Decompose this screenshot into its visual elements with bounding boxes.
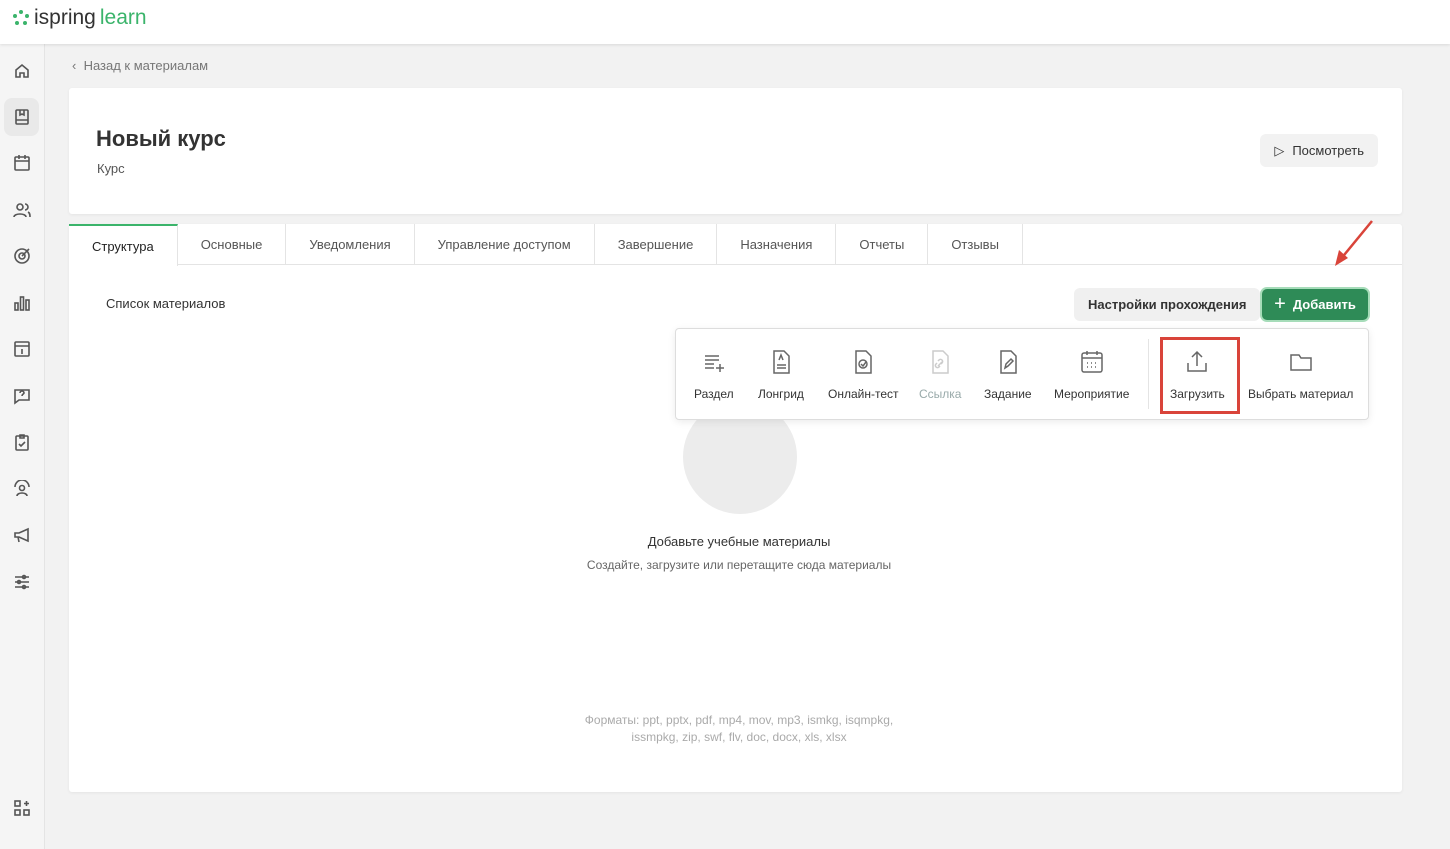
clipboard-icon <box>14 434 29 451</box>
annotation-arrow-icon <box>1335 220 1373 266</box>
assignment-icon <box>1000 350 1017 374</box>
tab-general[interactable]: Основные <box>178 224 287 265</box>
folder-icon <box>1289 354 1312 371</box>
sidebar-settings[interactable] <box>4 563 39 601</box>
link-icon <box>932 350 949 374</box>
formats-line-1: Форматы: ppt, pptx, pdf, mp4, mov, mp3, … <box>584 713 894 727</box>
users-icon <box>12 203 31 218</box>
sidebar-tasks[interactable] <box>4 423 39 461</box>
menu-item-label: Ссылка <box>919 387 962 401</box>
back-link[interactable]: ‹ Назад к материалам <box>72 58 208 73</box>
tab-reports[interactable]: Отчеты <box>836 224 929 265</box>
menu-item-section[interactable]: Раздел <box>694 329 734 419</box>
formats-line-2: issmpkg, zip, swf, flv, doc, docx, xls, … <box>631 730 847 744</box>
sidebar-home[interactable] <box>4 52 39 90</box>
menu-item-link: Ссылка <box>919 329 961 419</box>
play-icon: ▷ <box>1274 142 1285 158</box>
event-icon <box>1080 351 1103 373</box>
menu-item-label: Лонгрид <box>758 387 804 401</box>
add-dropdown-menu: Раздел Лонгрид Онлайн-тест Ссылка Задани… <box>675 328 1369 420</box>
menu-item-label: Задание <box>984 387 1032 401</box>
add-button[interactable]: + Добавить <box>1260 287 1370 322</box>
megaphone-icon <box>13 527 29 543</box>
materials-list-label: Список материалов <box>106 296 226 311</box>
top-header: ispring learn <box>0 0 1450 44</box>
sidebar-reports[interactable] <box>4 284 39 322</box>
add-button-label: Добавить <box>1292 297 1356 312</box>
sidebar <box>0 44 45 849</box>
completion-settings-button[interactable]: Настройки прохождения <box>1074 288 1261 321</box>
sidebar-news[interactable] <box>4 516 39 554</box>
tab-bar: Структура Основные Уведомления Управлени… <box>69 224 1402 266</box>
page-title: Новый курс <box>96 126 226 151</box>
sidebar-apps[interactable] <box>4 789 39 827</box>
sidebar-users[interactable] <box>4 191 39 229</box>
sliders-icon <box>14 574 29 590</box>
sidebar-questions[interactable] <box>4 377 39 415</box>
calendar-icon <box>13 155 30 171</box>
sidebar-calendar[interactable] <box>4 144 39 182</box>
tab-structure[interactable]: Структура <box>69 224 178 266</box>
chart-icon <box>13 296 30 311</box>
target-icon <box>13 248 30 264</box>
menu-item-event[interactable]: Мероприятие <box>1054 329 1129 419</box>
menu-item-longread[interactable]: Лонгрид <box>758 329 804 419</box>
info-icon <box>13 341 30 357</box>
formats-text: Форматы: ppt, pptx, pdf, mp4, mov, mp3, … <box>69 712 1409 746</box>
logo-icon <box>13 10 29 25</box>
section-icon <box>704 355 724 372</box>
sidebar-info[interactable] <box>4 330 39 368</box>
tab-reviews[interactable]: Отзывы <box>928 224 1023 265</box>
course-type: Курс <box>97 161 125 176</box>
view-button-label: Посмотреть <box>1292 143 1364 158</box>
course-header-card: Новый курс Курс ▷ Посмотреть <box>69 88 1402 214</box>
back-link-label: Назад к материалам <box>83 58 209 73</box>
structure-card: Структура Основные Уведомления Управлени… <box>69 224 1402 792</box>
logo-text: ispring <box>34 6 96 29</box>
sidebar-coaching[interactable] <box>4 470 39 508</box>
tab-assignments[interactable]: Назначения <box>717 224 837 265</box>
tab-access[interactable]: Управление доступом <box>415 224 595 265</box>
menu-item-label: Раздел <box>694 387 734 401</box>
logo[interactable]: ispring learn <box>12 6 147 30</box>
longread-icon <box>773 350 790 374</box>
person-radar-icon <box>13 480 30 497</box>
menu-item-label: Онлайн-тест <box>828 387 899 401</box>
menu-divider <box>1148 339 1149 409</box>
empty-subtitle: Создайте, загрузите или перетащите сюда … <box>586 558 892 572</box>
highlight-box <box>1160 337 1240 414</box>
quiz-icon <box>855 350 872 374</box>
empty-title: Добавьте учебные материалы <box>647 534 831 549</box>
tab-notifications[interactable]: Уведомления <box>286 224 415 265</box>
book-icon <box>14 109 29 125</box>
tab-completion[interactable]: Завершение <box>595 224 718 265</box>
sidebar-materials[interactable] <box>4 98 39 136</box>
plus-icon: + <box>1274 293 1286 315</box>
logo-text-learn: learn <box>99 6 147 29</box>
home-icon <box>14 63 29 78</box>
menu-item-label: Выбрать материал <box>1248 387 1354 401</box>
question-icon <box>13 389 30 405</box>
view-button[interactable]: ▷ Посмотреть <box>1260 134 1378 167</box>
menu-item-label: Мероприятие <box>1054 387 1130 401</box>
menu-item-assignment[interactable]: Задание <box>984 329 1032 419</box>
menu-item-quiz[interactable]: Онлайн-тест <box>828 329 899 419</box>
apps-icon <box>13 800 30 816</box>
sidebar-goals[interactable] <box>4 237 39 275</box>
menu-item-choose-material[interactable]: Выбрать материал <box>1248 329 1353 419</box>
